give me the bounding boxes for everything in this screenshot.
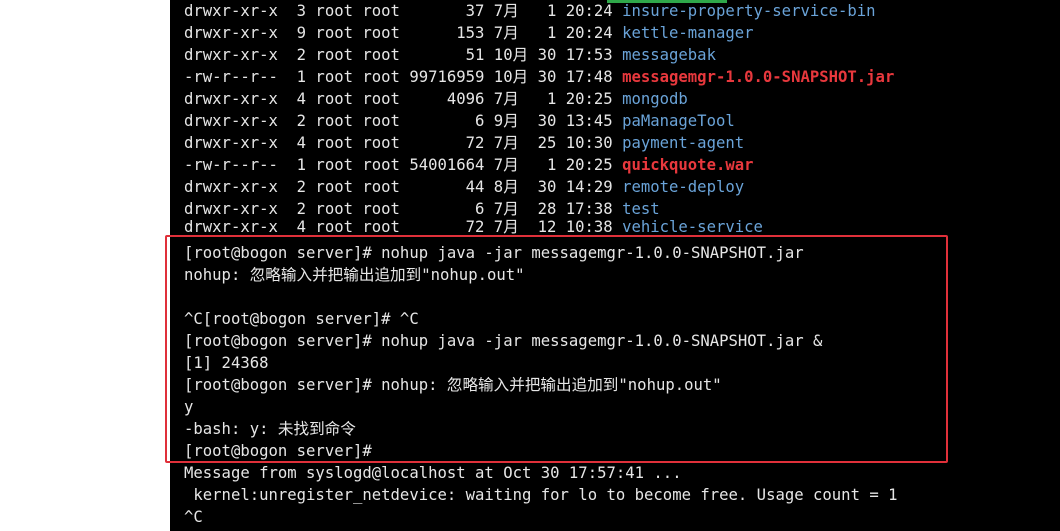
listing-row: -rw-r--r-- 1 root root 54001664 7月 1 20:…: [184, 154, 1054, 176]
session-line: ^C[root@bogon server]# ^C: [184, 310, 419, 328]
listing-row: drwxr-xr-x 4 root root 72 7月 12 10:38 ve…: [184, 216, 1054, 238]
file-name: quickquote.war: [622, 156, 754, 174]
listing-row: drwxr-xr-x 9 root root 153 7月 1 20:24 ke…: [184, 22, 1054, 44]
file-name: remote-deploy: [622, 178, 745, 196]
session-line: y: [184, 398, 194, 416]
listing-row: drwxr-xr-x 4 root root 72 7月 25 10:30 pa…: [184, 132, 1054, 154]
listing-row: drwxr-xr-x 2 root root 44 8月 30 14:29 re…: [184, 176, 1054, 198]
listing-meta: -rw-r--r-- 1 root root 54001664 7月 1 20:…: [184, 156, 623, 174]
listing-row: -rw-r--r-- 1 root root 99716959 10月 30 1…: [184, 66, 1054, 88]
listing-meta: drwxr-xr-x 2 root root 44 8月 30 14:29: [184, 178, 623, 196]
file-name: mongodb: [622, 90, 688, 108]
listing-meta: -rw-r--r-- 1 root root 99716959 10月 30 1…: [184, 68, 623, 86]
file-name: messagebak: [622, 46, 716, 64]
listing-meta: drwxr-xr-x 4 root root 4096 7月 1 20:25: [184, 90, 623, 108]
file-name: messagemgr-1.0.0-SNAPSHOT.jar: [622, 68, 895, 86]
scroll-marker: [607, 0, 727, 3]
file-name: insure-property-service-bin: [622, 2, 876, 20]
terminal-output: drwxr-xr-x 3 root root 37 7月 1 20:24 ins…: [184, 0, 1054, 528]
listing-meta: drwxr-xr-x 3 root root 37 7月 1 20:24: [184, 2, 623, 20]
session-line: [root@bogon server]# nohup java -jar mes…: [184, 244, 804, 262]
listing-row: drwxr-xr-x 3 root root 37 7月 1 20:24 ins…: [184, 0, 1054, 22]
session-line: [root@bogon server]#: [184, 442, 372, 460]
file-name: kettle-manager: [622, 24, 754, 42]
syslog-line: Message from syslogd@localhost at Oct 30…: [184, 464, 682, 482]
listing-meta: drwxr-xr-x 9 root root 153 7月 1 20:24: [184, 24, 623, 42]
file-name: payment-agent: [622, 134, 745, 152]
listing-meta: drwxr-xr-x 2 root root 6 9月 30 13:45: [184, 112, 623, 130]
listing-row: drwxr-xr-x 2 root root 6 9月 30 13:45 paM…: [184, 110, 1054, 132]
terminal-window[interactable]: drwxr-xr-x 3 root root 37 7月 1 20:24 ins…: [170, 0, 1060, 531]
listing-row: drwxr-xr-x 2 root root 51 10月 30 17:53 m…: [184, 44, 1054, 66]
listing-meta: drwxr-xr-x 2 root root 51 10月 30 17:53: [184, 46, 623, 64]
session-line: [root@bogon server]# nohup: 忽略输入并把输出追加到"…: [184, 376, 722, 394]
listing-meta: drwxr-xr-x 4 root root 72 7月 12 10:38: [184, 218, 623, 236]
session-line: -bash: y: 未找到命令: [184, 420, 356, 438]
session-line: [184, 286, 1054, 308]
listing-meta: drwxr-xr-x 4 root root 72 7月 25 10:30: [184, 134, 623, 152]
syslog-line: ^C: [184, 508, 203, 526]
file-name: vehicle-service: [622, 218, 763, 236]
listing-row: drwxr-xr-x 4 root root 4096 7月 1 20:25 m…: [184, 88, 1054, 110]
session-line: [1] 24368: [184, 354, 269, 372]
syslog-line: kernel:unregister_netdevice: waiting for…: [184, 486, 898, 504]
session-line: nohup: 忽略输入并把输出追加到"nohup.out": [184, 266, 525, 284]
session-line: [root@bogon server]# nohup java -jar mes…: [184, 332, 823, 350]
file-name: paManageTool: [622, 112, 735, 130]
